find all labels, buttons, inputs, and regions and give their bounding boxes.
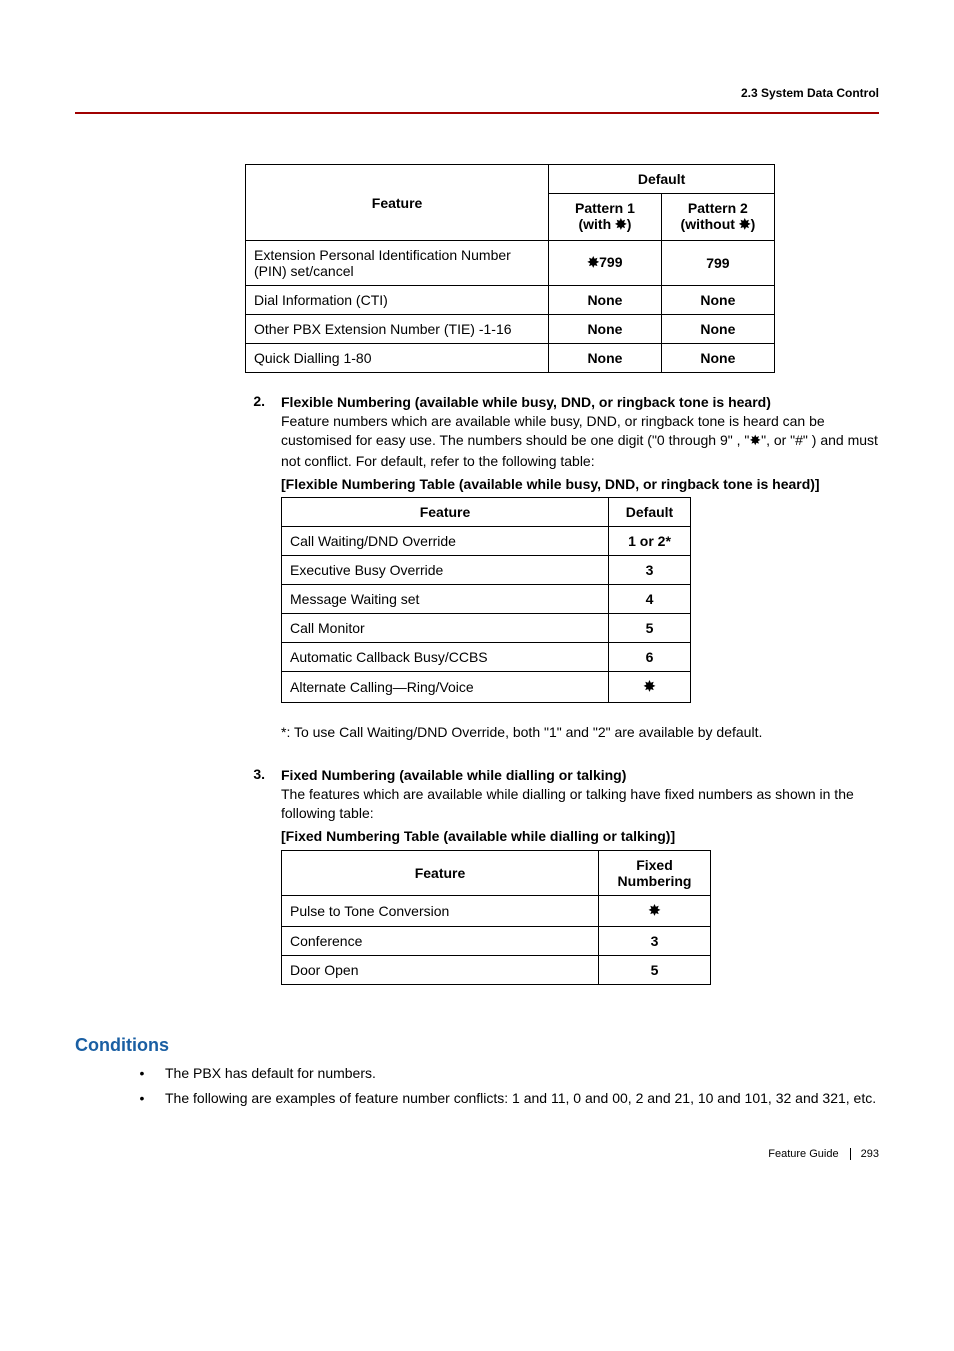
section-header: 2.3 System Data Control: [741, 86, 879, 100]
cell-default: 6: [609, 643, 691, 672]
table-row: Pulse to Tone Conversion ✸: [282, 895, 711, 926]
table-row: Conference3: [282, 926, 711, 955]
table3-title: [Fixed Numbering Table (available while …: [281, 827, 879, 846]
cell-default: ✸: [609, 672, 691, 703]
th-feature: Feature: [282, 498, 609, 527]
star-icon: ✸: [749, 434, 761, 449]
cell-default: 1 or 2*: [609, 527, 691, 556]
star-icon: ✸: [739, 218, 751, 233]
cell-feature: Other PBX Extension Number (TIE) -1-16: [246, 315, 549, 344]
cell-feature: Alternate Calling—Ring/Voice: [282, 672, 609, 703]
th-pattern1: Pattern 1 (with ✸): [549, 194, 662, 241]
cell-feature: Quick Dialling 1-80: [246, 344, 549, 373]
item2-body: Feature numbers which are available whil…: [281, 413, 878, 469]
header-rule: [75, 112, 879, 114]
table-fixed-numbering: Feature Fixed Numbering Pulse to Tone Co…: [281, 850, 711, 985]
content-block: Feature Default Pattern 1 (with ✸) Patte…: [245, 164, 879, 1005]
th-fixed: Fixed Numbering: [599, 850, 711, 895]
cell-feature: Pulse to Tone Conversion: [282, 895, 599, 926]
table2-body: Call Waiting/DND Override1 or 2*Executiv…: [282, 527, 691, 703]
cell-default: 4: [609, 585, 691, 614]
table-row: Automatic Callback Busy/CCBS6: [282, 643, 691, 672]
cell-default: 3: [609, 556, 691, 585]
th-pattern2: Pattern 2 (without ✸): [661, 194, 774, 241]
star-icon: ✸: [615, 218, 627, 233]
cell-default: 5: [609, 614, 691, 643]
bullet-icon: •: [139, 1064, 145, 1083]
list-number: 2.: [245, 393, 265, 746]
th-feature: Feature: [282, 850, 599, 895]
list-item-3: 3. Fixed Numbering (available while dial…: [245, 766, 879, 1005]
conditions-list: • The PBX has default for numbers. • The fo…: [139, 1064, 879, 1108]
table-row: Door Open5: [282, 955, 711, 984]
list-number: 3.: [245, 766, 265, 1005]
table-row: Extension Personal Identification Number…: [246, 241, 775, 286]
cell-feature: Dial Information (CTI): [246, 286, 549, 315]
footer-page: 293: [850, 1148, 879, 1160]
table-row: Call Monitor5: [282, 614, 691, 643]
cell-value: 3: [599, 926, 711, 955]
cell-pattern1: None: [549, 286, 662, 315]
conditions-heading: Conditions: [75, 1035, 879, 1056]
table-row: Dial Information (CTI)NoneNone: [246, 286, 775, 315]
list-item: • The following are examples of feature n…: [139, 1089, 879, 1108]
table-row: Call Waiting/DND Override1 or 2*: [282, 527, 691, 556]
item2-title: Flexible Numbering (available while busy…: [281, 394, 771, 410]
cell-feature: Automatic Callback Busy/CCBS: [282, 643, 609, 672]
item3-body: The features which are available while d…: [281, 786, 854, 821]
bullet-icon: •: [139, 1089, 145, 1108]
cell-pattern1: None: [549, 344, 662, 373]
list-body: Fixed Numbering (available while diallin…: [281, 766, 879, 1005]
table1-body: Extension Personal Identification Number…: [246, 241, 775, 373]
table2-footnote: *: To use Call Waiting/DND Override, bot…: [281, 723, 879, 742]
table3-body: Pulse to Tone Conversion ✸ Conference3Door…: [282, 895, 711, 984]
cell-pattern1: None: [549, 315, 662, 344]
cell-feature: Executive Busy Override: [282, 556, 609, 585]
th-feature: Feature: [246, 165, 549, 241]
table-row: Quick Dialling 1-80NoneNone: [246, 344, 775, 373]
list-item-2: 2. Flexible Numbering (available while b…: [245, 393, 879, 746]
cell-feature: Extension Personal Identification Number…: [246, 241, 549, 286]
condition-text: The following are examples of feature nu…: [165, 1089, 876, 1108]
cell-feature: Call Waiting/DND Override: [282, 527, 609, 556]
cell-pattern2: None: [661, 315, 774, 344]
footer-guide: Feature Guide: [768, 1148, 838, 1160]
table-row: Message Waiting set4: [282, 585, 691, 614]
table-row: Other PBX Extension Number (TIE) -1-16No…: [246, 315, 775, 344]
cell-feature: Door Open: [282, 955, 599, 984]
table-flexible-numbering: Feature Default Call Waiting/DND Overrid…: [281, 497, 691, 703]
document-page: 2.3 System Data Control Feature Default …: [0, 0, 954, 1190]
cell-value: 5: [599, 955, 711, 984]
cell-feature: Call Monitor: [282, 614, 609, 643]
cell-pattern1: ✸799: [549, 241, 662, 286]
cell-feature: Message Waiting set: [282, 585, 609, 614]
list-item: • The PBX has default for numbers.: [139, 1064, 879, 1083]
th-default: Default: [609, 498, 691, 527]
table-feature-default: Feature Default Pattern 1 (with ✸) Patte…: [245, 164, 775, 373]
cell-pattern2: 799: [661, 241, 774, 286]
table-row: Executive Busy Override3: [282, 556, 691, 585]
cell-pattern2: None: [661, 344, 774, 373]
star-icon: ✸: [587, 256, 599, 271]
list-body: Flexible Numbering (available while busy…: [281, 393, 879, 746]
cell-value: ✸: [599, 895, 711, 926]
table-row: Alternate Calling—Ring/Voice ✸: [282, 672, 691, 703]
th-default: Default: [549, 165, 775, 194]
cell-feature: Conference: [282, 926, 599, 955]
page-footer: Feature Guide 293: [75, 1148, 879, 1160]
condition-text: The PBX has default for numbers.: [165, 1064, 376, 1083]
star-icon: ✸: [644, 680, 656, 695]
table2-title: [Flexible Numbering Table (available whi…: [281, 475, 879, 494]
item3-title: Fixed Numbering (available while diallin…: [281, 767, 626, 783]
star-icon: ✸: [649, 904, 661, 919]
cell-pattern2: None: [661, 286, 774, 315]
